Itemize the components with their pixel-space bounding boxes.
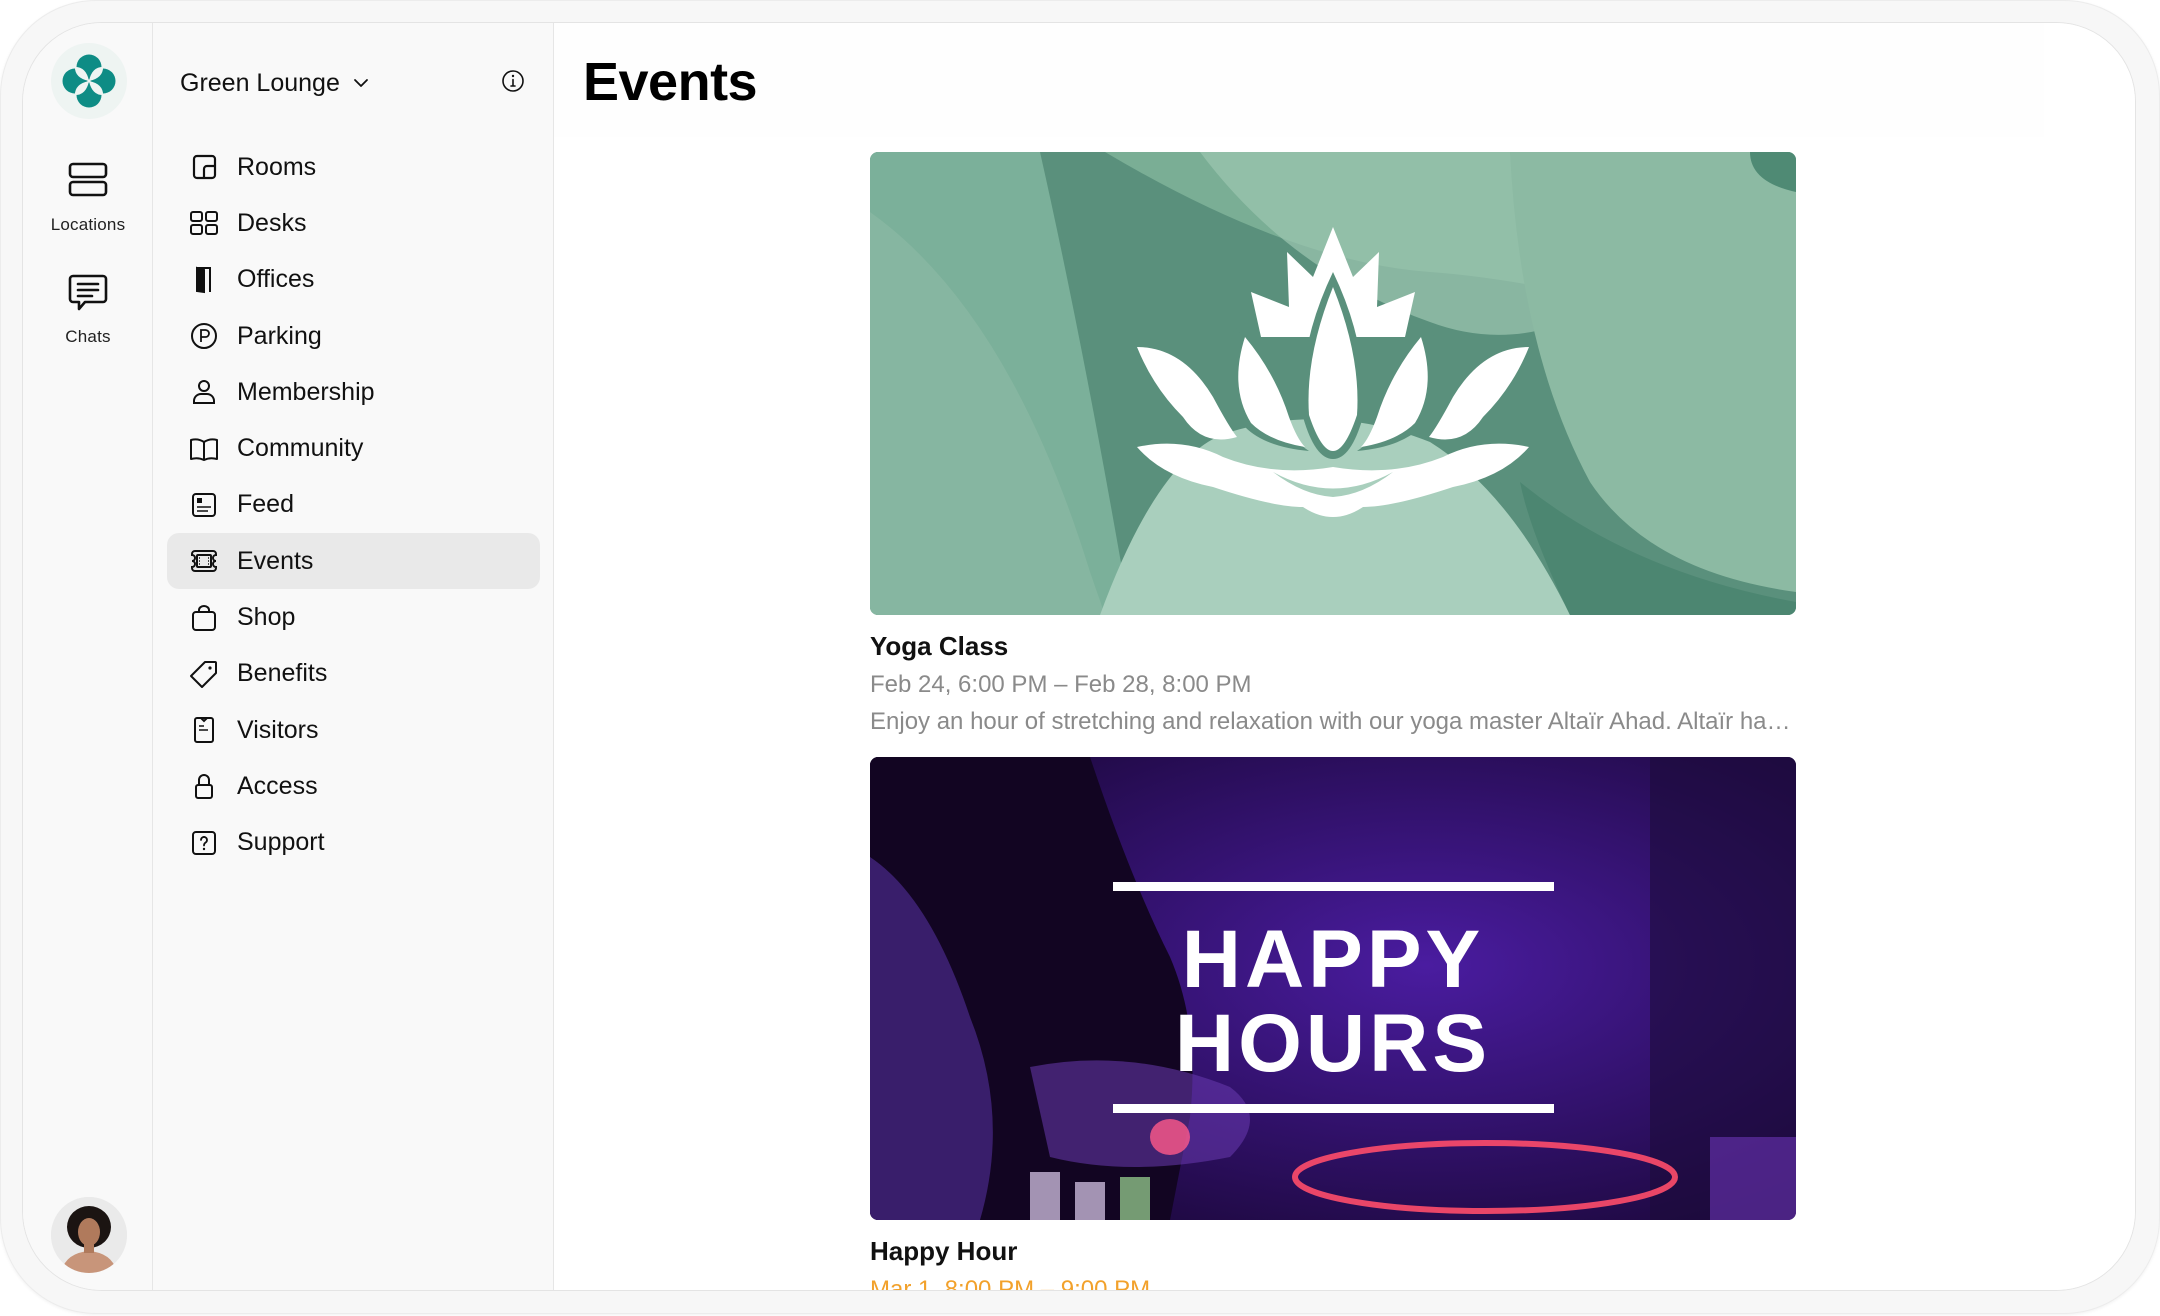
bag-icon xyxy=(192,604,216,631)
info-icon[interactable] xyxy=(501,69,525,93)
nav-label: Desks xyxy=(237,208,307,237)
feed-icon xyxy=(192,492,216,517)
nav-label: Support xyxy=(237,828,325,857)
rail-item-label: Chats xyxy=(65,327,111,346)
room-icon xyxy=(192,155,217,180)
event-card[interactable]: HAPPY HOURS Happy Hour Mar 1, 8:00 PM – … xyxy=(870,757,1796,1291)
clover-logo-icon xyxy=(62,54,116,108)
sidebar-item-access[interactable]: Access xyxy=(167,758,540,814)
sidebar-item-visitors[interactable]: Visitors xyxy=(167,702,540,758)
main-content: Events Yoga Class Feb 24, 6:00 PM – Feb … xyxy=(554,23,2135,1290)
sidebar: Green Lounge Rooms Desks Offices Parking… xyxy=(153,23,554,1290)
event-date: Feb 24, 6:00 PM – Feb 28, 8:00 PM xyxy=(870,671,1252,698)
nav-label: Benefits xyxy=(237,659,328,688)
sidebar-item-feed[interactable]: Feed xyxy=(167,477,540,533)
desks-icon xyxy=(190,211,218,236)
question-icon xyxy=(192,830,216,855)
rail-item-locations[interactable]: Locations xyxy=(23,159,153,235)
nav-label: Access xyxy=(237,771,318,800)
event-image-happy-hours-banner[interactable]: HAPPY HOURS xyxy=(870,757,1796,1220)
sidebar-item-benefits[interactable]: Benefits xyxy=(167,646,540,702)
nav-label: Offices xyxy=(237,265,315,294)
event-card[interactable]: Yoga Class Feb 24, 6:00 PM – Feb 28, 8:0… xyxy=(870,152,1796,736)
nav-label: Feed xyxy=(237,490,294,519)
sidebar-item-desks[interactable]: Desks xyxy=(167,195,540,251)
nav-label: Membership xyxy=(237,377,375,406)
banner-rule-top xyxy=(1113,882,1554,891)
sidebar-item-community[interactable]: Community xyxy=(167,420,540,476)
locations-icon xyxy=(68,162,108,197)
brand-logo[interactable] xyxy=(51,43,127,119)
page-title: Events xyxy=(583,52,758,112)
nav-label: Shop xyxy=(237,603,296,632)
sidebar-item-membership[interactable]: Membership xyxy=(167,364,540,420)
book-icon xyxy=(190,437,218,461)
rail-item-chats[interactable]: Chats xyxy=(23,271,153,347)
workspace-selector[interactable]: Green Lounge xyxy=(180,65,370,101)
ticket-icon xyxy=(191,550,217,573)
event-date: Mar 1, 8:00 PM – 9:00 PM xyxy=(870,1276,1151,1291)
person-icon xyxy=(193,380,215,405)
sidebar-item-support[interactable]: Support xyxy=(167,815,540,871)
page-header: Events xyxy=(554,23,2044,137)
event-title[interactable]: Happy Hour xyxy=(870,1236,1796,1267)
nav-label: Events xyxy=(237,546,314,575)
avatar-photo xyxy=(51,1197,127,1273)
device-frame: Locations Chats Green Lounge Rooms Desks… xyxy=(0,0,2160,1314)
user-avatar[interactable] xyxy=(51,1197,127,1273)
banner-rule-bottom xyxy=(1113,1104,1554,1113)
badge-icon xyxy=(194,717,214,744)
door-icon xyxy=(196,266,211,293)
parking-icon xyxy=(191,323,217,350)
nav-label: Rooms xyxy=(237,152,317,181)
nav-label: Community xyxy=(237,434,364,463)
lock-icon xyxy=(195,774,213,800)
sidebar-item-shop[interactable]: Shop xyxy=(167,589,540,645)
event-description: Enjoy an hour of stretching and relaxati… xyxy=(870,708,1796,735)
app-rail: Locations Chats xyxy=(23,23,153,1290)
lotus-banner-art xyxy=(870,152,1796,615)
nav-label: Parking xyxy=(237,321,322,350)
rail-item-label: Locations xyxy=(50,215,126,234)
sidebar-item-parking[interactable]: Parking xyxy=(167,308,540,364)
nav-label: Visitors xyxy=(237,715,319,744)
banner-line-1: HAPPY xyxy=(1181,914,1485,1005)
tag-icon xyxy=(190,660,217,688)
workspace-name: Green Lounge xyxy=(180,68,340,97)
event-image-lotus-banner[interactable] xyxy=(870,152,1796,615)
event-title[interactable]: Yoga Class xyxy=(870,631,1796,662)
sidebar-item-events[interactable]: Events xyxy=(167,533,540,590)
app-screen: Locations Chats Green Lounge Rooms Desks… xyxy=(22,22,2136,1291)
sidebar-nav: Rooms Desks Offices Parking Membership C… xyxy=(167,139,540,871)
chat-icon xyxy=(68,274,108,311)
sidebar-item-offices[interactable]: Offices xyxy=(167,252,540,308)
banner-line-2: HOURS xyxy=(1174,998,1492,1089)
chevron-down-icon xyxy=(353,79,368,87)
sidebar-item-rooms[interactable]: Rooms xyxy=(167,139,540,195)
